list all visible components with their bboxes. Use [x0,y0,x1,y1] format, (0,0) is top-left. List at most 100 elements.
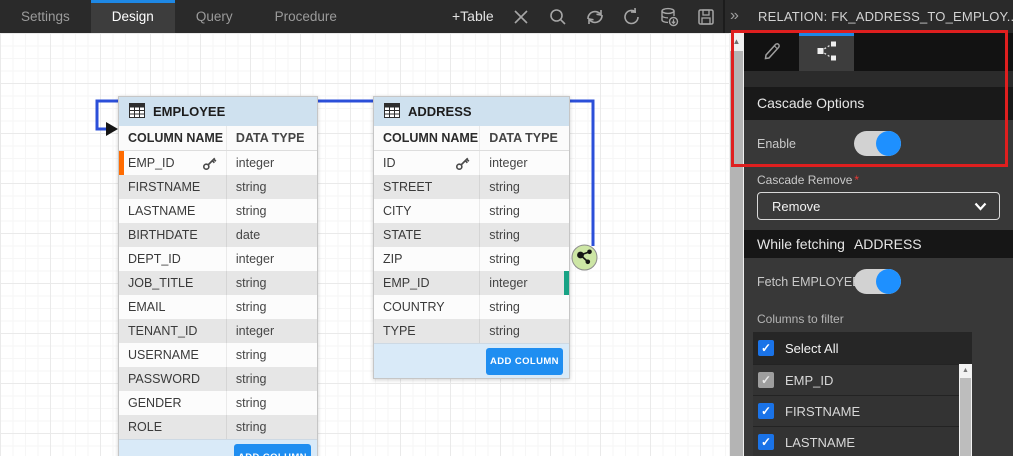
tab-relation[interactable] [799,33,854,71]
filter-item-label: FIRSTNAME [785,404,860,419]
table-row[interactable]: COUNTRYstring [374,295,569,319]
column-name-cell: STREET [374,175,479,199]
data-type-cell: integer [479,151,569,175]
cascade-remove-select[interactable]: Remove [757,192,1000,220]
select-all-row[interactable]: ✓ Select All [753,332,972,364]
table-grid-icon [384,103,400,121]
column-name: PASSWORD [128,372,200,386]
table-row[interactable]: LASTNAMEstring [119,199,317,223]
add-table-button[interactable]: +Table [452,0,494,33]
table-row[interactable]: TYPEstring [374,319,569,343]
relation-line[interactable] [0,33,729,456]
add-column-button[interactable]: ADD COLUMN [234,444,311,456]
design-canvas[interactable]: EMPLOYEE COLUMN NAMEDATA TYPE EMP_ID intege… [0,33,729,456]
filter-item-label: EMP_ID [785,373,833,388]
table-row[interactable]: ROLEstring [119,415,317,439]
table-row[interactable]: EMP_ID integer [374,271,569,295]
required-asterisk: * [854,173,859,187]
fetch-employee-toggle[interactable] [854,269,901,294]
search-icon[interactable] [546,5,570,29]
while-fetching-header: While fetchingADDRESS [744,230,1013,258]
cascade-remove-value: Remove [772,199,820,214]
cascade-remove-label: Cascade Remove* [757,173,859,187]
primary-key-icon [202,156,217,171]
filter-list-scrollbar[interactable]: ▲ [959,364,972,456]
column-name: GENDER [128,396,181,410]
table-row[interactable]: IDinteger [374,151,569,175]
table-title-bar[interactable]: EMPLOYEE [119,97,317,126]
columns-to-filter-block: Columns to filter [744,305,1013,332]
close-icon[interactable] [509,5,533,29]
filter-list-item[interactable]: ✓LASTNAME [753,426,972,456]
table-card-employee[interactable]: EMPLOYEECOLUMN NAMEDATA TYPEEMP_IDintege… [118,96,318,456]
table-row[interactable]: USERNAMEstring [119,343,317,367]
pk-selection-marker [119,151,124,175]
cascade-remove-field: Cascade Remove* Remove [744,167,1013,230]
panel-spacer [744,71,1013,87]
table-row[interactable]: TENANT_IDinteger [119,319,317,343]
table-card-address[interactable]: ADDRESSCOLUMN NAMEDATA TYPEIDintegerSTRE… [373,96,570,379]
top-toolbar: Settings Design Query Procedure +Table [0,0,1013,33]
table-row[interactable]: STATEstring [374,223,569,247]
pencil-icon [761,40,783,67]
table-row[interactable]: ZIPstring [374,247,569,271]
table-row[interactable]: FIRSTNAME string [119,175,317,199]
fetch-employee-row: Fetch EMPLOYEE [744,258,1013,305]
data-type-cell: integer [226,247,317,271]
table-row[interactable]: STREETstring [374,175,569,199]
tab-settings[interactable]: Settings [0,0,91,33]
table-column-headers: COLUMN NAMEDATA TYPE [374,126,569,151]
table-row[interactable]: DEPT_ID integer [119,247,317,271]
canvas-scrollbar[interactable]: ▲ [729,33,744,456]
export-db-icon[interactable] [657,5,681,29]
relation-connector-badge[interactable] [571,244,598,271]
column-name: FIRSTNAME [128,180,200,194]
scrollbar-thumb[interactable] [730,51,743,456]
table-row[interactable]: CITYstring [374,199,569,223]
filter-list-item[interactable]: ✓ FIRSTNAME [753,395,972,426]
tab-procedure[interactable]: Procedure [254,0,358,33]
column-name-cell: EMAIL [119,295,226,319]
toolbar-icon-group [509,0,718,33]
toggle-knob [876,269,901,294]
table-row[interactable]: EMP_IDinteger [119,151,317,175]
panel-tab-strip [744,33,1013,71]
tab-design[interactable]: Design [91,0,175,33]
table-row[interactable]: BIRTHDATEdate [119,223,317,247]
column-name-cell: COUNTRY [374,295,479,319]
checkbox-checked[interactable]: ✓ [758,434,774,450]
table-row[interactable]: PASSWORDstring [119,367,317,391]
table-row[interactable]: JOB_TITLEstring [119,271,317,295]
column-name-cell: STATE [374,223,479,247]
tab-query[interactable]: Query [175,0,254,33]
column-name-cell: LASTNAME [119,199,226,223]
save-icon[interactable] [694,5,718,29]
table-row[interactable]: EMAILstring [119,295,317,319]
panel-collapse-icon[interactable]: » [730,0,739,33]
column-name: EMP_ID [383,276,430,290]
scrollbar-thumb[interactable] [960,378,971,456]
table-row[interactable]: GENDER string [119,391,317,415]
primary-key-icon [455,156,470,171]
filter-list-item[interactable]: ✓EMP_ID [753,364,972,395]
scrollbar-up-arrow-icon[interactable]: ▲ [729,33,744,49]
column-name: DEPT_ID [128,252,181,266]
table-title-bar[interactable]: ADDRESS [374,97,569,126]
data-type-cell: string [226,391,317,415]
redo-icon[interactable] [620,5,644,29]
checkbox-checked[interactable]: ✓ [758,403,774,419]
columns-filter-list: ✓ Select All ✓EMP_ID✓FIRSTNAME✓LASTNAME … [753,332,972,456]
enable-toggle[interactable] [854,131,901,156]
data-type-cell: integer [479,271,569,295]
column-name: STREET [383,180,432,194]
select-all-checkbox[interactable]: ✓ [758,340,774,356]
scrollbar-up-arrow-icon[interactable]: ▲ [959,364,972,377]
add-column-button[interactable]: ADD COLUMN [486,348,563,375]
column-name: BIRTHDATE [128,228,198,242]
data-type-cell: string [226,175,317,199]
sync-icon[interactable] [583,5,607,29]
column-name: STATE [383,228,421,242]
tab-edit-pencil[interactable] [744,33,799,71]
enable-row: Enable [744,120,1013,167]
data-type-cell: string [479,319,569,343]
